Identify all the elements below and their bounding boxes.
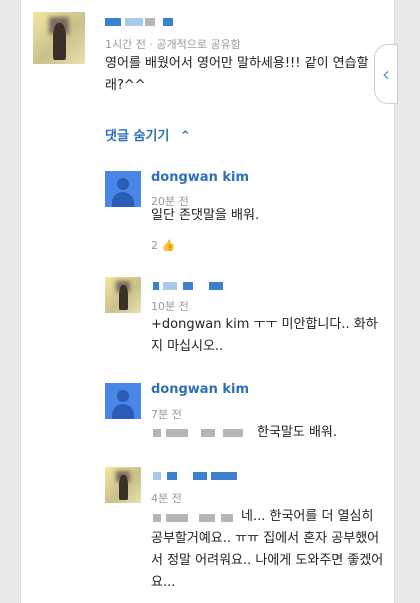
post-author-name-redacted: [125, 18, 143, 26]
comment-author-redacted: [163, 282, 177, 290]
chevron-up-icon: ⌃: [179, 129, 191, 144]
comment-author-redacted: [211, 472, 237, 480]
mention-redacted: [166, 429, 188, 437]
mention-redacted: [223, 429, 243, 437]
mention-redacted: [153, 429, 161, 437]
comment-author[interactable]: dongwan kim: [151, 382, 249, 397]
comment-text: 한국말도 배워.: [257, 425, 338, 440]
plus-one-count: 2: [151, 239, 158, 252]
post-author-name-redacted: [145, 18, 155, 26]
post-author-name-redacted: [163, 18, 173, 26]
comment-avatar[interactable]: [105, 277, 141, 313]
comment-avatar[interactable]: [105, 383, 141, 419]
chevron-left-icon[interactable]: ‹: [374, 44, 398, 104]
thumbs-up-icon: 👍: [161, 239, 176, 252]
comment-author-redacted: [209, 282, 223, 290]
comment-avatar[interactable]: [105, 467, 141, 503]
post-text: 영어를 배웠어서 영어만 말하세용!!! 같이 연습할래?^^: [105, 56, 369, 93]
post-meta: 1시간 전 · 공개적으로 공유함: [105, 38, 241, 51]
comment-time: 10분 전: [151, 300, 189, 313]
plus-one-button[interactable]: 2 👍: [151, 239, 175, 252]
post-card: 1시간 전 · 공개적으로 공유함 영어를 배웠어서 영어만 말하세용!!! 같…: [20, 0, 398, 603]
comment-text: +dongwan kim ㅜㅜ 미안합니다.. 화하지 마십시오..: [151, 317, 378, 354]
comment-text: 네... 한국어를 더 열심히 공부할거예요.. ㅠㅠ 집에서 혼자 공부했어서…: [151, 509, 384, 590]
comment-author[interactable]: dongwan kim: [151, 170, 249, 185]
hide-comments-toggle[interactable]: 댓글 숨기기 ⌃: [105, 125, 191, 144]
hide-comments-label: 댓글 숨기기: [105, 129, 170, 144]
mention-redacted: [201, 429, 215, 437]
comment-avatar[interactable]: [105, 171, 141, 207]
post-author-name-redacted: [105, 18, 121, 26]
comment-author-redacted: [153, 472, 161, 480]
comment-author-redacted: [183, 282, 193, 290]
comment-author-redacted: [167, 472, 177, 480]
post-author-avatar[interactable]: [33, 12, 85, 64]
comment-time: 7분 전: [151, 408, 182, 421]
comment-author-redacted: [193, 472, 207, 480]
comment-text: 일단 존댓말을 배워.: [151, 208, 260, 223]
comment-author-redacted: [153, 282, 159, 290]
comment-time: 4분 전: [151, 492, 182, 505]
